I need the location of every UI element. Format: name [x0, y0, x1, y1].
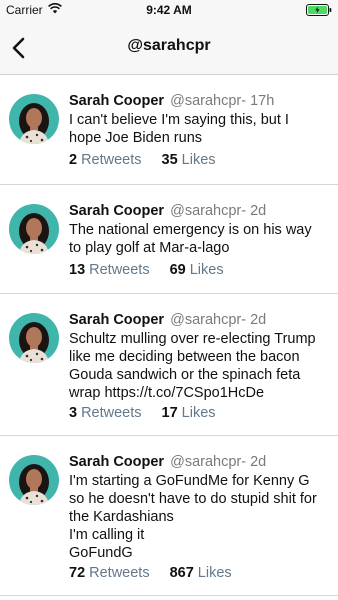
retweets-link[interactable]: Retweets [81, 405, 141, 421]
retweet-count: 13 [69, 262, 86, 278]
tweet-text: The national emergency is on his way to … [69, 222, 312, 256]
status-bar: Carrier 9:42 AM [0, 0, 338, 20]
retweets-link[interactable]: Retweets [81, 152, 141, 168]
tweet-header: Sarah Cooper @sarahcpr- 17h [69, 92, 332, 110]
avatar-portrait-icon [19, 103, 49, 144]
navigation-bar: @sarahcpr [0, 20, 338, 75]
retweets-link[interactable]: Retweets [89, 262, 149, 278]
tweet-header: Sarah Cooper @sarahcpr- 2d [69, 202, 332, 220]
tweet-header: Sarah Cooper @sarahcpr- 2d [69, 311, 332, 329]
avatar-portrait-icon [19, 213, 49, 254]
like-count: 69 [169, 262, 186, 278]
tweet-text: I can't believe I'm saying this, but I h… [69, 112, 289, 146]
likes-link[interactable]: Likes [182, 405, 216, 421]
tweet-content: Sarah Cooper @sarahcpr- 2d The national e… [69, 202, 332, 257]
tweet-stats: 13 Retweets 69 Likes [69, 262, 224, 278]
avatar-portrait-icon [19, 322, 49, 363]
tweet-content: Sarah Cooper @sarahcpr- 17h I can't belie… [69, 92, 332, 147]
avatar[interactable] [9, 455, 59, 505]
author-name[interactable]: Sarah Cooper [69, 93, 164, 109]
tweet-stats: 3 Retweets 17 Likes [69, 405, 216, 421]
tweet-stats: 72 Retweets 867 Likes [69, 565, 232, 581]
avatar-portrait-icon [19, 464, 49, 505]
avatar[interactable] [9, 204, 59, 254]
avatar[interactable] [9, 94, 59, 144]
tweet-stats: 2 Retweets 35 Likes [69, 152, 216, 168]
tweet-item[interactable]: Sarah Cooper @sarahcpr- 2d The national e… [0, 185, 338, 294]
retweet-count: 72 [69, 565, 86, 581]
author-handle-time: @sarahcpr- 2d [170, 312, 267, 328]
author-handle-time: @sarahcpr- 2d [170, 203, 267, 219]
likes-link[interactable]: Likes [190, 262, 224, 278]
author-name[interactable]: Sarah Cooper [69, 454, 164, 470]
tweet-item[interactable]: Sarah Cooper @sarahcpr- 2d Schultz mullin… [0, 294, 338, 436]
retweets-link[interactable]: Retweets [89, 565, 149, 581]
status-time: 9:42 AM [146, 3, 192, 17]
tweet-item[interactable]: Sarah Cooper @sarahcpr- 2d I'm starting a… [0, 436, 338, 596]
retweet-count: 3 [69, 405, 78, 421]
tweet-feed: Sarah Cooper @sarahcpr- 17h I can't belie… [0, 75, 338, 596]
like-count: 35 [161, 152, 178, 168]
author-name[interactable]: Sarah Cooper [69, 312, 164, 328]
likes-link[interactable]: Likes [182, 152, 216, 168]
battery-icon [306, 4, 332, 19]
author-handle-time: @sarahcpr- 2d [170, 454, 267, 470]
tweet-text: I'm starting a GoFundMe for Kenny G so h… [69, 473, 317, 561]
page-title: @sarahcpr [127, 37, 211, 54]
tweet-text: Schultz mulling over re-electing Trump l… [69, 331, 316, 401]
avatar[interactable] [9, 313, 59, 363]
tweet-content: Sarah Cooper @sarahcpr- 2d I'm starting a… [69, 453, 332, 562]
tweet-header: Sarah Cooper @sarahcpr- 2d [69, 453, 332, 471]
author-handle-time: @sarahcpr- 17h [170, 93, 275, 109]
tweet-content: Sarah Cooper @sarahcpr- 2d Schultz mullin… [69, 311, 332, 402]
tweet-item[interactable]: Sarah Cooper @sarahcpr- 17h I can't belie… [0, 75, 338, 185]
like-count: 17 [161, 405, 178, 421]
like-count: 867 [169, 565, 194, 581]
retweet-count: 2 [69, 152, 78, 168]
likes-link[interactable]: Likes [198, 565, 232, 581]
author-name[interactable]: Sarah Cooper [69, 203, 164, 219]
